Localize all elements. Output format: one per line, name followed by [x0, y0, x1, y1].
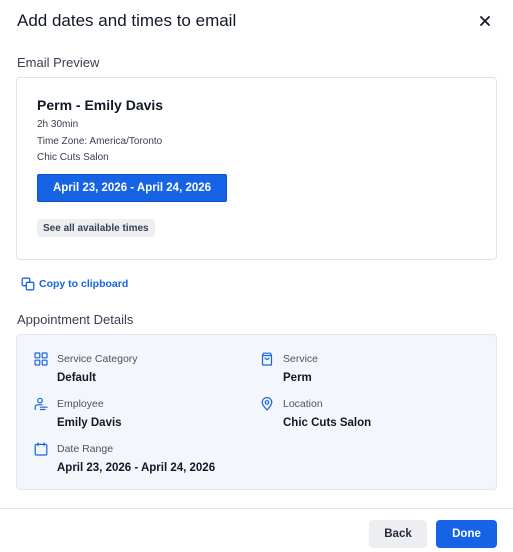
close-icon[interactable]: [477, 13, 493, 29]
shopping-bag-icon: [261, 352, 273, 366]
location-value: Chic Cuts Salon: [283, 417, 372, 429]
service-category-value: Default: [57, 372, 96, 384]
date-range-value: April 23, 2026 - April 24, 2026: [57, 462, 216, 474]
footer-divider: [0, 508, 513, 509]
email-preview-card: Perm - Emily Davis 2h 30min Time Zone: A…: [16, 77, 497, 260]
preview-duration: 2h 30min: [37, 119, 79, 130]
date-range-button[interactable]: April 23, 2026 - April 24, 2026: [37, 174, 227, 202]
employee-value: Emily Davis: [57, 417, 122, 429]
preview-location: Chic Cuts Salon: [37, 152, 109, 163]
add-dates-dialog: Add dates and times to email Email Previ…: [0, 0, 513, 552]
grid-icon: [34, 352, 48, 366]
map-pin-icon: [261, 397, 273, 411]
location-label: Location: [283, 398, 323, 410]
calendar-icon: [34, 442, 48, 456]
preview-timezone: Time Zone: America/Toronto: [37, 136, 163, 147]
service-label: Service: [283, 353, 319, 365]
appointment-details-label: Appointment Details: [17, 312, 134, 327]
appointment-details-card: Service Category Default Service Perm Em…: [16, 334, 497, 490]
service-value: Perm: [283, 372, 312, 384]
copy-to-clipboard-link[interactable]: Copy to clipboard: [21, 276, 128, 291]
see-all-times-button[interactable]: See all available times: [37, 219, 155, 237]
preview-title: Perm - Emily Davis: [37, 97, 164, 113]
email-preview-label: Email Preview: [17, 55, 100, 70]
employee-label: Employee: [57, 398, 104, 410]
dialog-header: Add dates and times to email: [17, 11, 499, 33]
done-button[interactable]: Done: [436, 520, 497, 548]
date-range-label: Date Range: [57, 443, 114, 455]
copy-link-label: Copy to clipboard: [39, 277, 129, 290]
back-button[interactable]: Back: [369, 520, 427, 548]
employee-icon: [34, 397, 48, 411]
dialog-title: Add dates and times to email: [17, 11, 237, 30]
service-category-label: Service Category: [57, 353, 138, 365]
copy-icon: [21, 277, 35, 290]
